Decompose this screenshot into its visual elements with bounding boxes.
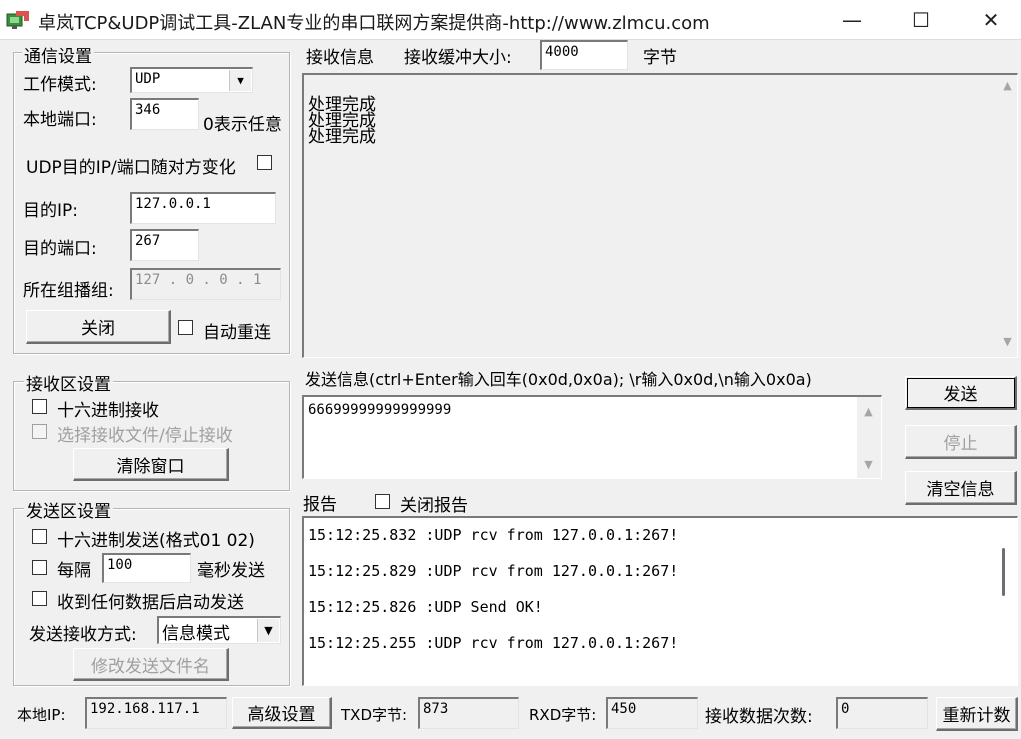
local-port-hint: 0表示任意 [203,115,282,135]
close-window-button[interactable]: ✕ [968,0,1014,40]
chevron-down-icon[interactable]: ▼ [229,70,251,91]
rxd-field: 450 [606,697,698,729]
dest-port-input[interactable]: 267 [130,229,199,261]
hex-recv-label: 十六进制接收 [57,401,159,421]
auto-send-checkbox[interactable] [32,591,47,606]
buffer-size-label: 接收缓冲大小: [404,48,512,68]
hex-recv-checkbox[interactable] [32,399,47,414]
multicast-group-label: 所在组播组: [23,281,114,301]
local-port-input[interactable]: 346 [130,98,199,130]
stop-button: 停止 [905,425,1017,459]
recv-settings-legend: 接收区设置 [24,370,113,395]
report-scroll-thumb[interactable] [1002,548,1005,596]
interval-send-checkbox[interactable] [32,560,47,575]
recv-scrollbar[interactable]: ▲ ▼ [998,75,1017,357]
window-title: 卓岚TCP&UDP调试工具-ZLAN专业的串口联网方案提供商-http://ww… [38,13,710,34]
clear-info-button[interactable]: 清空信息 [905,471,1017,505]
recv-count-label: 接收数据次数: [705,707,813,727]
report-text-area[interactable]: 15:12:25.832 :UDP rcv from 127.0.0.1:267… [302,516,1018,686]
rxd-label: RXD字节: [529,706,597,724]
mode-select[interactable]: UDP ▼ [130,67,253,93]
local-ip-label: 本地IP: [17,706,66,724]
send-mode-label: 发送接收方式: [29,625,137,645]
dest-port-label: 目的端口: [23,239,97,259]
auto-reconnect-checkbox[interactable] [178,320,193,335]
send-settings-legend: 发送区设置 [24,497,113,522]
scroll-up-icon[interactable]: ▲ [860,405,877,418]
send-info-label: 发送信息(ctrl+Enter输入回车(0x0d,0x0a); \r输入0x0d… [305,370,812,389]
modify-send-file-button: 修改发送文件名 [73,648,229,681]
comm-settings-legend: 通信设置 [22,42,94,67]
maximize-icon: ☐ [912,8,930,32]
select-file-label: 选择接收文件/停止接收 [57,426,233,446]
advanced-settings-button[interactable]: 高级设置 [232,697,332,729]
recv-count-field: 0 [836,697,928,729]
scroll-down-icon[interactable]: ▼ [999,335,1016,348]
select-file-checkbox [32,424,47,439]
maximize-button[interactable]: ☐ [898,0,944,40]
local-port-label: 本地端口: [23,110,97,130]
hex-send-checkbox[interactable] [32,529,47,544]
report-line: 15:12:25.255 :UDP rcv from 127.0.0.1:267… [308,634,679,652]
reset-count-button[interactable]: 重新计数 [936,697,1018,731]
dest-ip-label: 目的IP: [23,201,78,221]
report-line: 15:12:25.832 :UDP rcv from 127.0.0.1:267… [308,526,679,544]
mode-label: 工作模式: [23,75,97,95]
chevron-down-icon[interactable]: ▼ [257,619,279,642]
recv-lines: 处理完成 处理完成 处理完成 [308,97,376,147]
auto-reconnect-label: 自动重连 [203,323,271,343]
minimize-icon: — [842,8,862,32]
send-text-area[interactable]: 66699999999999999 ▲ ▼ [302,395,882,479]
minimize-button[interactable]: — [829,0,875,40]
recv-info-label: 接收信息 [306,48,374,68]
report-label: 报告 [303,495,337,515]
txd-label: TXD字节: [341,706,408,724]
send-button[interactable]: 发送 [905,376,1017,410]
app-icon [6,11,29,29]
send-scrollbar[interactable]: ▲ ▼ [857,397,881,478]
hex-send-label: 十六进制发送(格式01 02) [57,531,255,551]
auto-send-label: 收到任何数据后启动发送 [57,593,244,613]
multicast-group-input: 127 . 0 . 0 . 1 [130,268,281,300]
report-line: 15:12:25.826 :UDP Send OK! [308,598,543,616]
report-line: 15:12:25.829 :UDP rcv from 127.0.0.1:267… [308,562,679,580]
scroll-up-icon[interactable]: ▲ [999,79,1016,92]
interval-prefix-label: 每隔 [57,561,91,581]
close-connection-button[interactable]: 关闭 [26,310,171,344]
close-icon: ✕ [982,8,1000,32]
send-mode-select[interactable]: 信息模式 ▼ [157,616,281,644]
dest-ip-input[interactable]: 127.0.0.1 [130,192,276,224]
close-report-checkbox[interactable] [375,494,390,509]
close-report-label: 关闭报告 [400,496,468,516]
title-bar: 卓岚TCP&UDP调试工具-ZLAN专业的串口联网方案提供商-http://ww… [0,0,1021,40]
recv-text-area[interactable]: 处理完成 处理完成 处理完成 ▲ ▼ [302,73,1018,358]
interval-input[interactable]: 100 [102,553,191,583]
interval-suffix-label: 毫秒发送 [197,561,265,581]
buffer-size-unit: 字节 [643,48,677,68]
scroll-down-icon[interactable]: ▼ [860,458,877,471]
local-ip-field: 192.168.117.1 [85,697,227,729]
send-text: 66699999999999999 [308,402,452,418]
recv-line: 处理完成 [308,127,376,147]
txd-field: 873 [418,697,519,729]
buffer-size-input[interactable]: 4000 [540,40,628,70]
clear-window-button[interactable]: 清除窗口 [73,448,229,481]
udp-follow-label: UDP目的IP/端口随对方变化 [26,158,236,178]
send-mode-value: 信息模式 [162,624,230,644]
mode-value: UDP [135,71,161,87]
udp-follow-checkbox[interactable] [257,155,272,170]
